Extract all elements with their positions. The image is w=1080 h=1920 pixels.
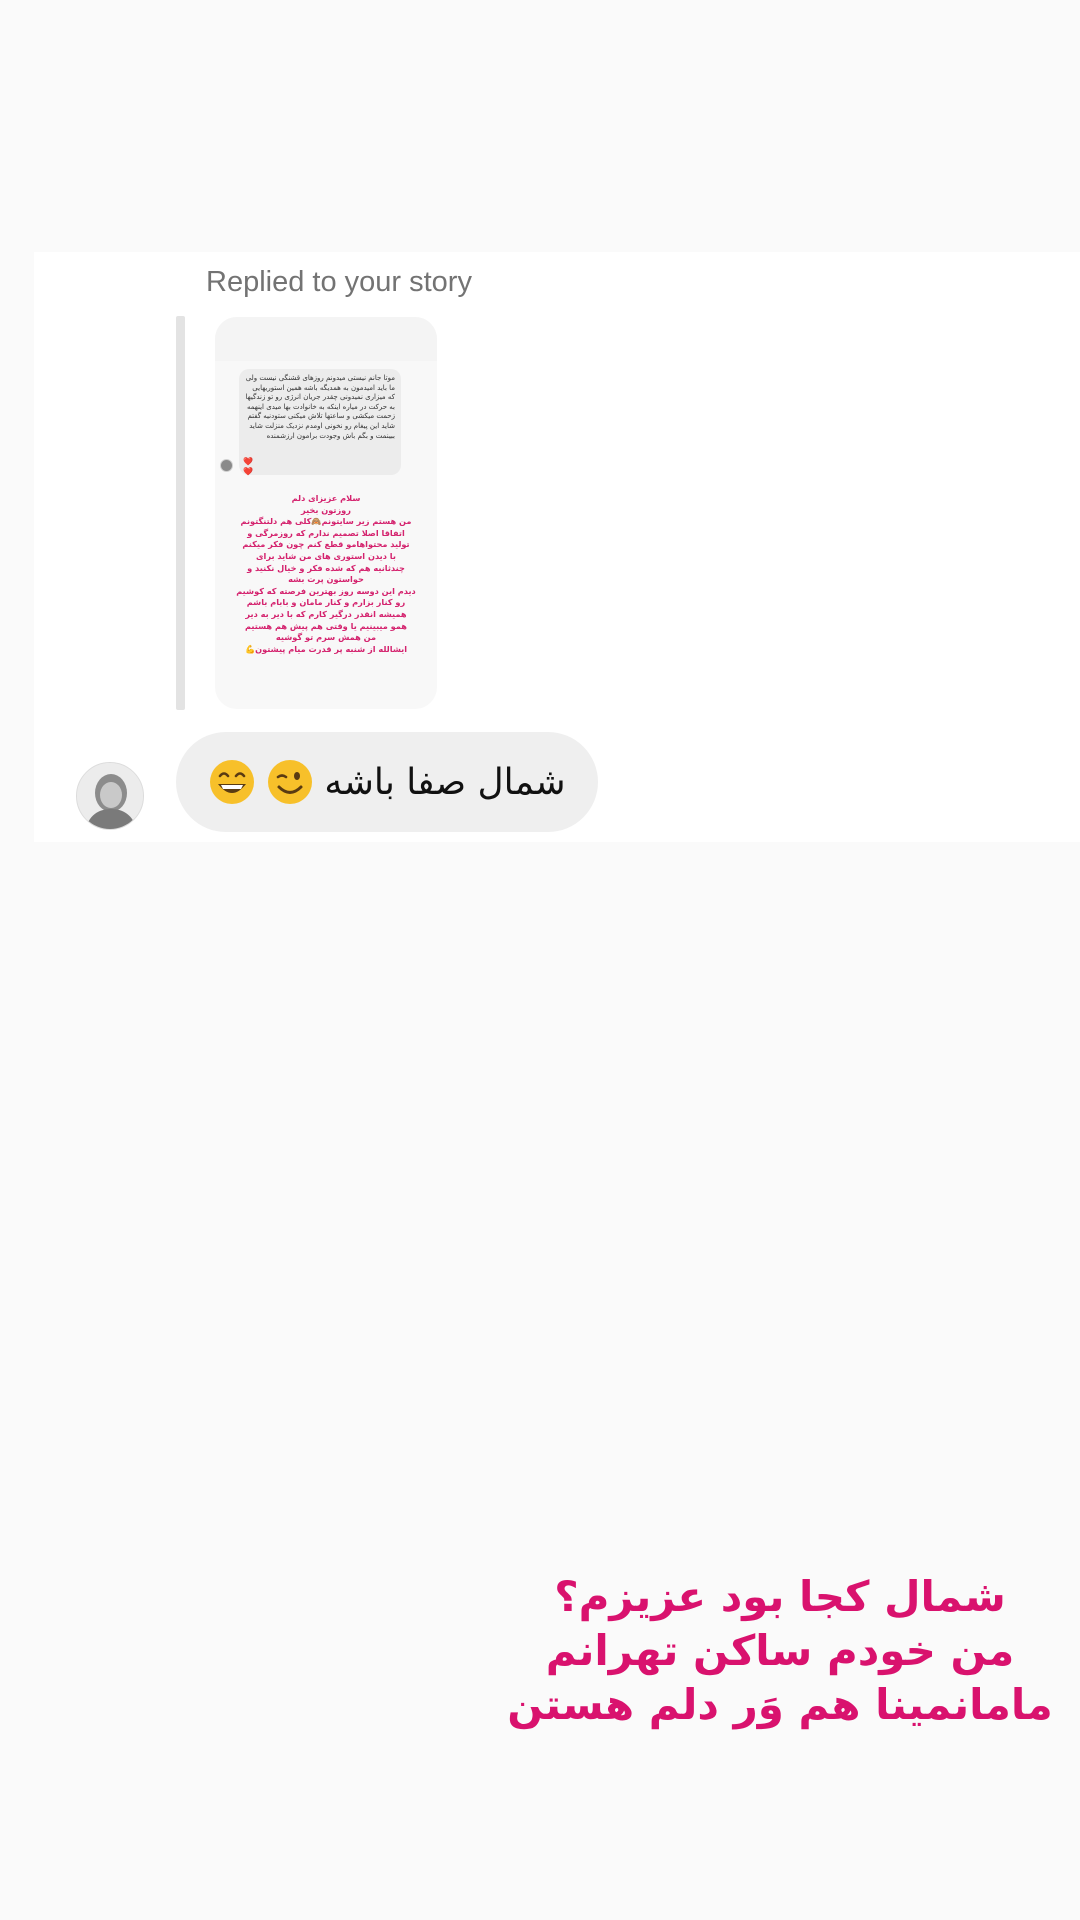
replied-to-story-label: Replied to your story	[206, 266, 472, 298]
sender-avatar[interactable]	[76, 762, 144, 830]
grinning-face-icon	[210, 760, 255, 804]
story-caption: شمال کجا بود عزیزم؟ من خودم ساکن تهرانم …	[500, 1570, 1060, 1732]
story-pink-text: سلام عزیزای دلم روزتون بخیر من هستم زیر …	[236, 493, 416, 654]
story-thumbnail[interactable]: موتا جانم نیستی میدونم روزهای قشنگی نیست…	[215, 317, 437, 709]
message-bubble[interactable]: شمال صفا باشه	[176, 732, 598, 832]
caption-line-3: مامانمینا هم وَر دلم هستن	[507, 1680, 1053, 1729]
avatar-image	[77, 763, 143, 829]
story-inner-message-bubble: موتا جانم نیستی میدونم روزهای قشنگی نیست…	[239, 369, 401, 475]
story-inner-avatar	[220, 459, 233, 472]
caption-line-2: من خودم ساکن تهرانم	[545, 1626, 1015, 1675]
winking-face-icon	[268, 760, 313, 804]
message-text: شمال صفا باشه	[324, 761, 566, 803]
caption-line-1: شمال کجا بود عزیزم؟	[554, 1572, 1006, 1621]
reply-quote-bar	[176, 316, 185, 710]
story-inner-hearts: ❤️ ❤️	[243, 457, 253, 476]
story-top-band	[215, 317, 437, 361]
